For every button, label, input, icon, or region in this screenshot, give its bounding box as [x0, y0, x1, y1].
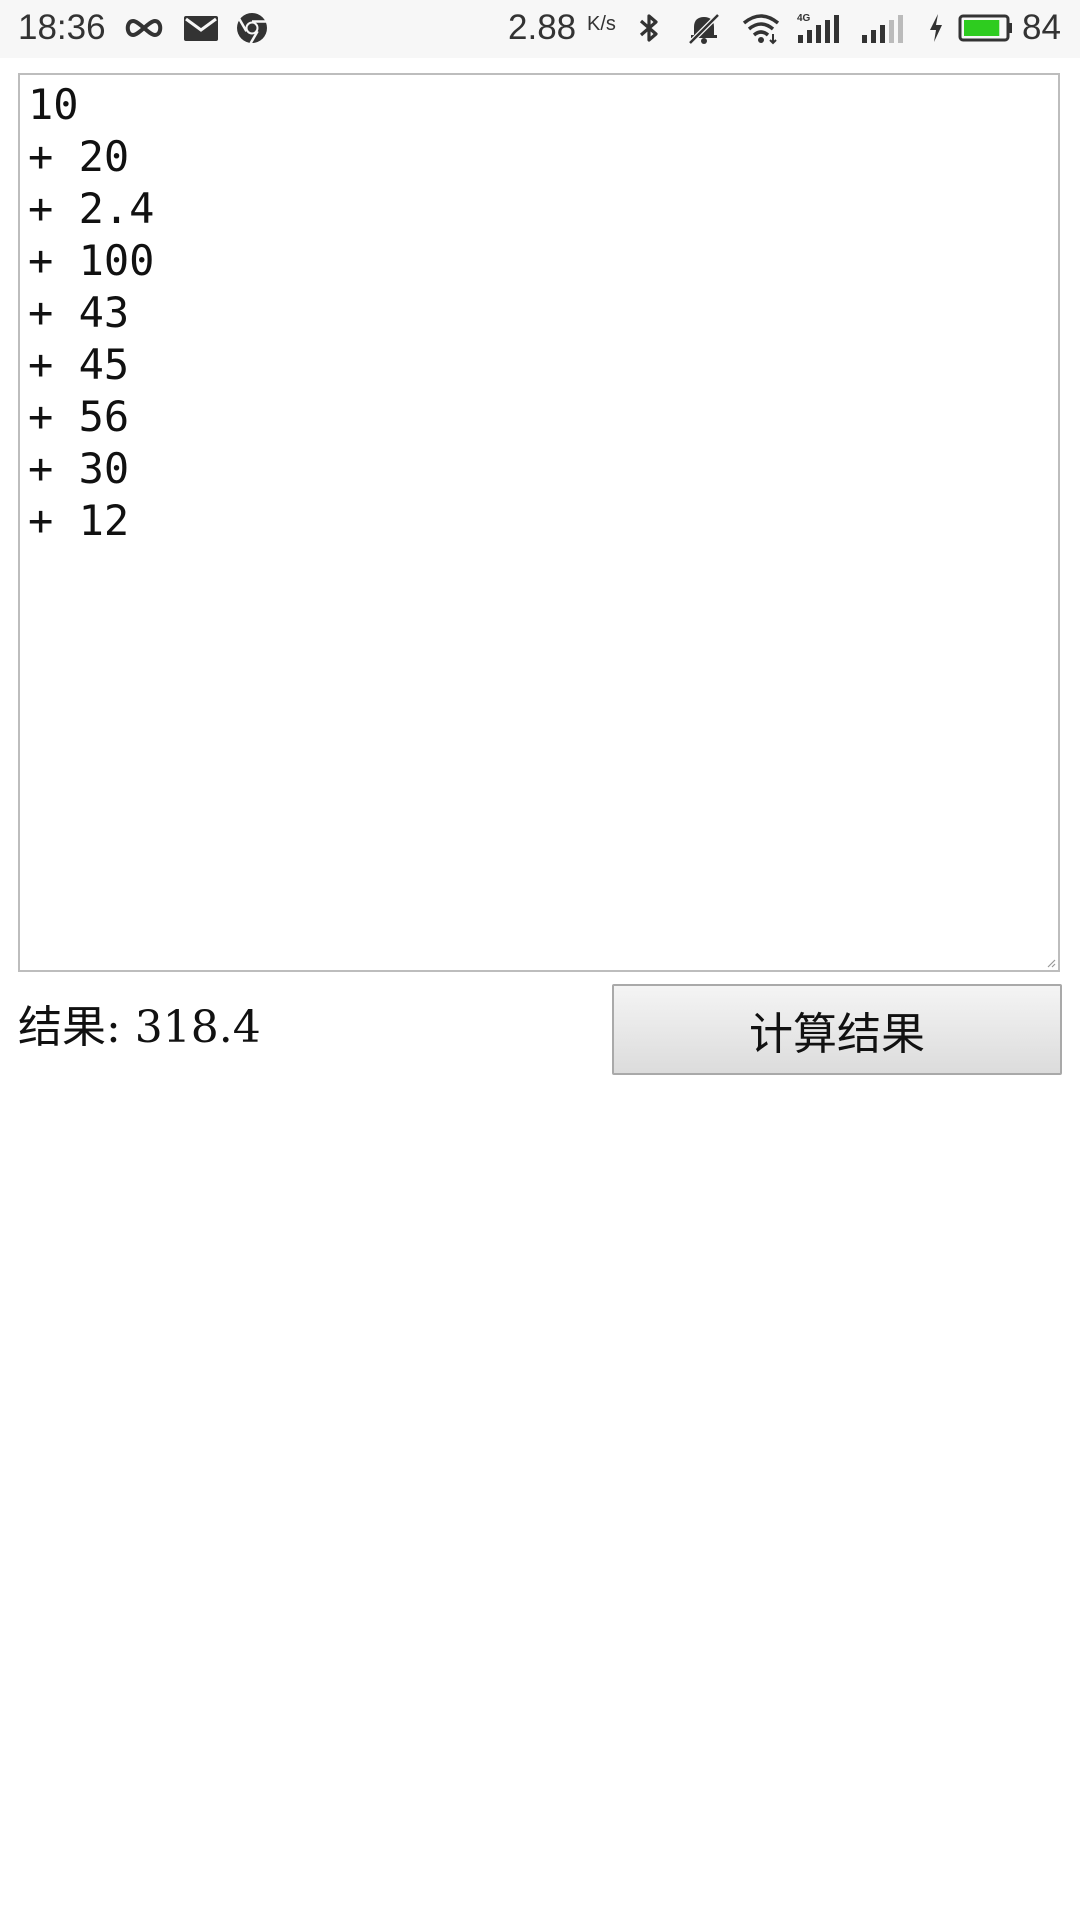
- signal-4g-icon: 4G: [797, 13, 839, 43]
- calculate-button[interactable]: 计算结果: [612, 984, 1062, 1075]
- network-speed-unit: K/s: [587, 13, 616, 35]
- infinity-icon: [125, 18, 163, 38]
- wifi-icon: [742, 14, 780, 45]
- mail-icon: [184, 16, 218, 41]
- chrome-icon: [237, 13, 267, 44]
- status-time: 18:36: [18, 8, 106, 47]
- battery-percentage: 84: [1022, 8, 1061, 47]
- bell-muted-icon: [688, 13, 720, 45]
- svg-text:4G: 4G: [797, 13, 811, 24]
- expression-input[interactable]: 10 + 20 + 2.4 + 100 + 43 + 45 + 56 + 30 …: [18, 73, 1060, 972]
- result-label: 结果: 318.4: [18, 1002, 261, 1053]
- charging-icon: [930, 14, 942, 42]
- signal-icon: [862, 15, 903, 43]
- resize-handle-icon[interactable]: [1046, 958, 1056, 968]
- network-speed: 2.88: [508, 8, 577, 47]
- status-bar: 18:36 2.88 K/s 4G 84: [0, 0, 1080, 58]
- battery-icon: [958, 14, 1012, 42]
- bluetooth-icon: [639, 14, 658, 42]
